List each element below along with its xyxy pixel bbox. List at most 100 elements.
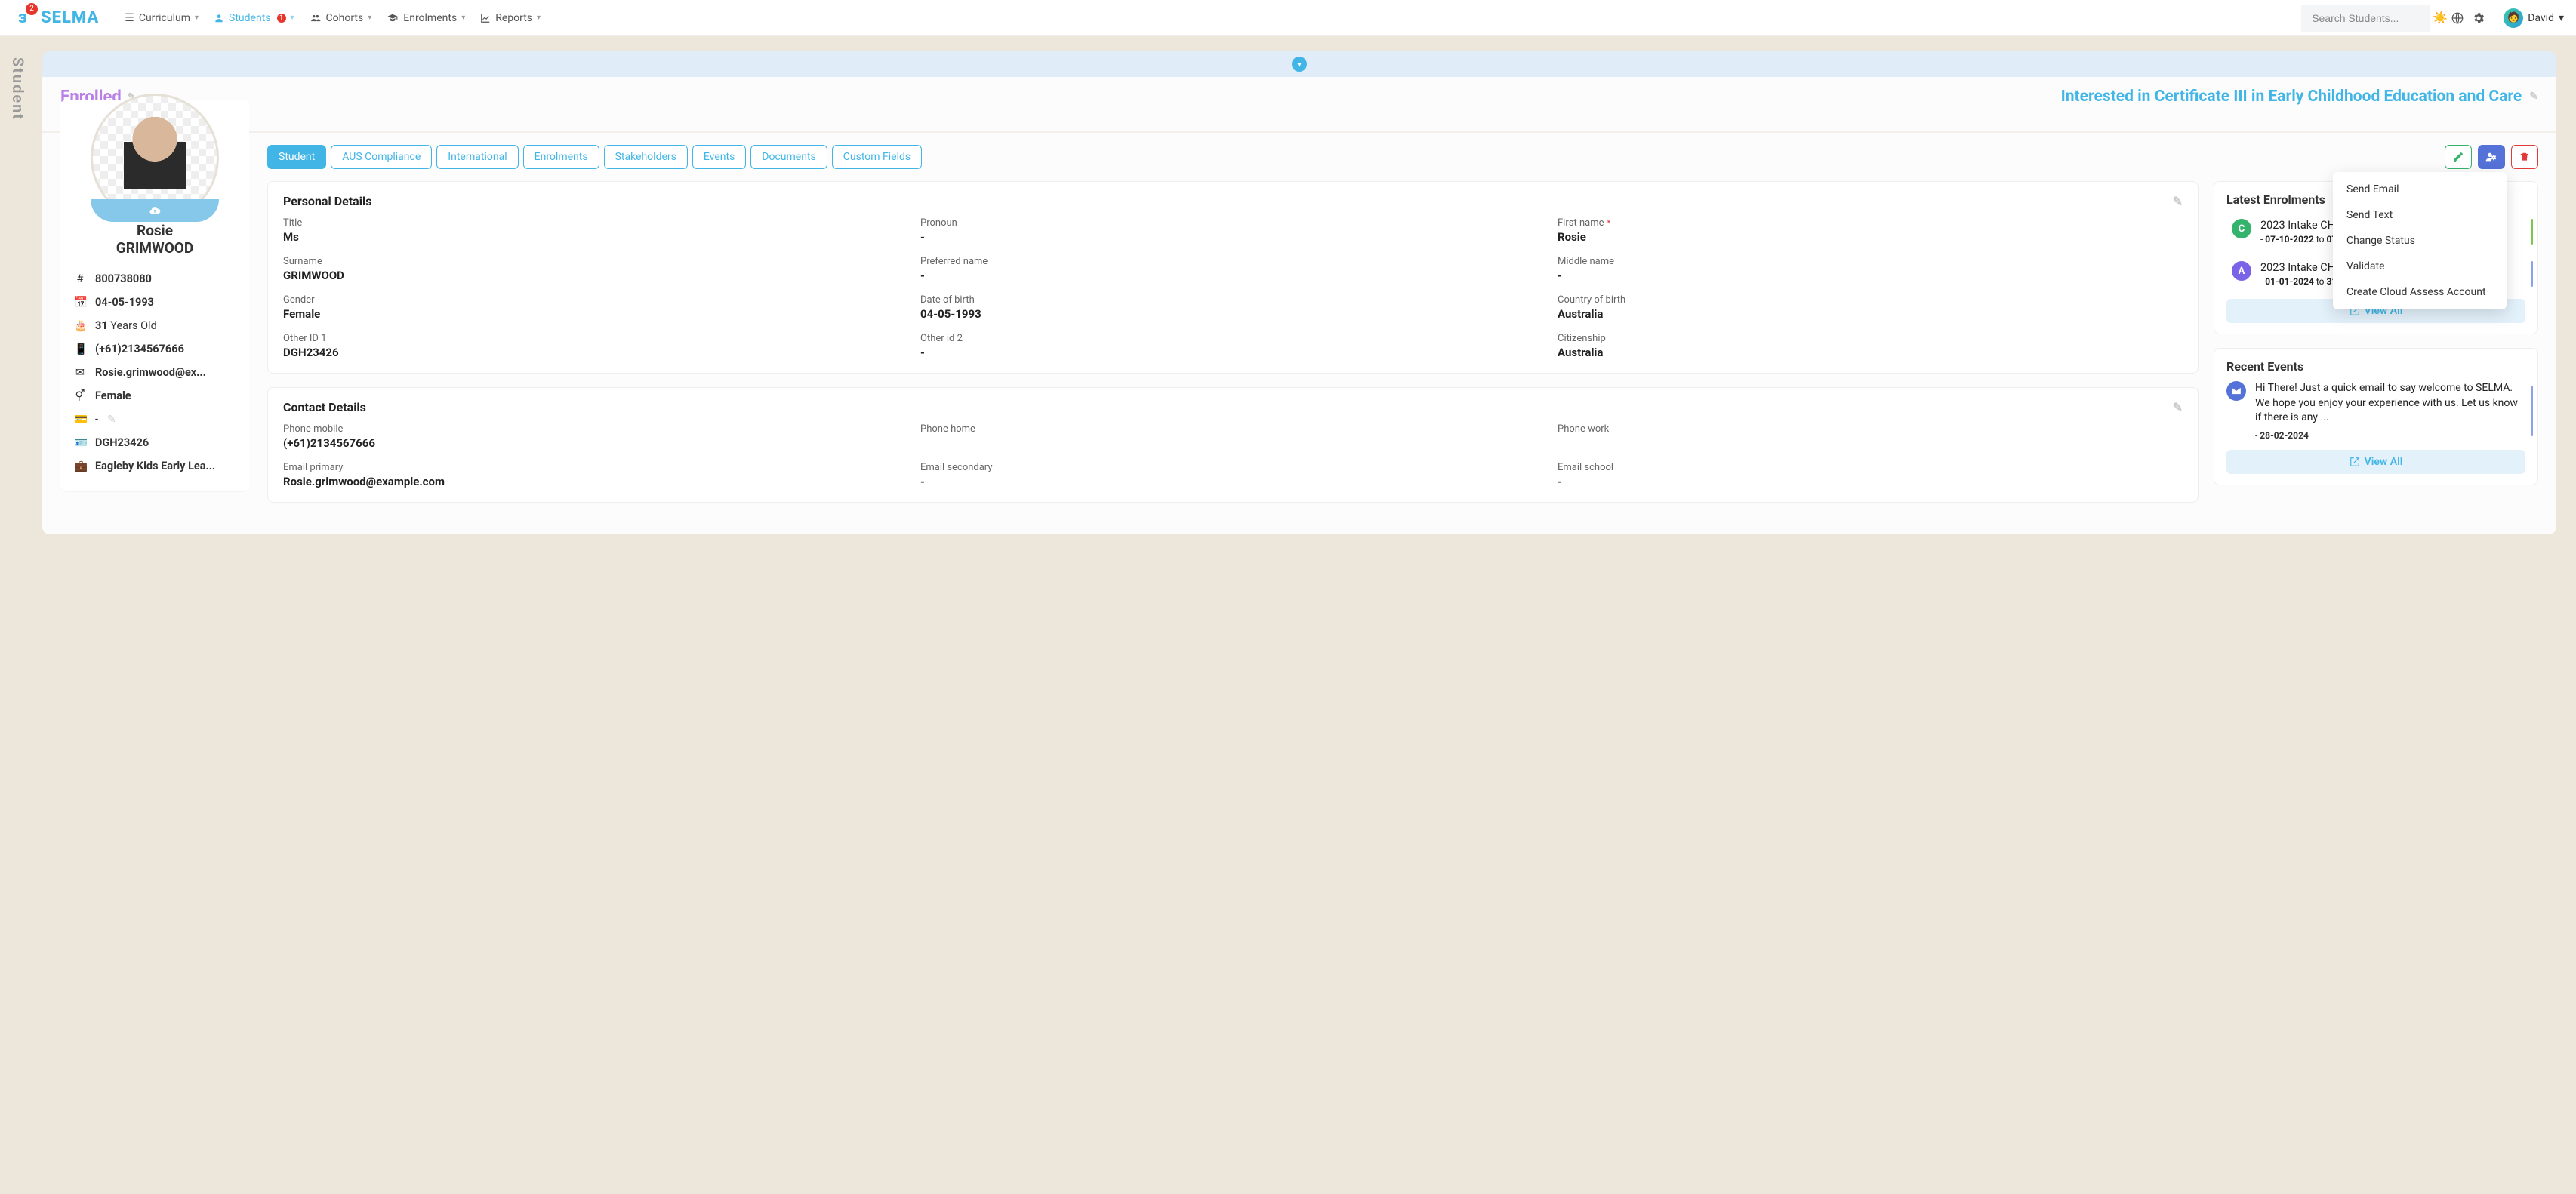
settings-icon[interactable]: [2472, 11, 2493, 25]
field-label: Citizenship: [1558, 333, 1606, 344]
tab-aus-compliance[interactable]: AUS Compliance: [331, 145, 432, 169]
upload-photo-button[interactable]: [91, 199, 219, 222]
nav-curriculum[interactable]: ☰ Curriculum ▾: [117, 8, 206, 29]
student-card: ▾ Enrolled ✎ AVETMISS ✎ Interested in Ce…: [42, 51, 2556, 534]
field-value: GRIMWOOD: [283, 269, 908, 282]
language-icon[interactable]: [2451, 11, 2472, 25]
cake-icon: 🎂: [74, 319, 86, 332]
user-icon: [214, 13, 224, 23]
nav-enrolments[interactable]: Enrolments ▾: [379, 8, 473, 29]
chevron-down-icon: ▾: [461, 14, 465, 22]
tab-enrolments[interactable]: Enrolments: [523, 145, 599, 169]
field: Surname GRIMWOOD: [283, 256, 908, 282]
avatar: 🧑: [2504, 8, 2523, 28]
field: Country of birthAustralia: [1558, 294, 2183, 321]
profile-age: 31: [95, 319, 108, 332]
field-label: Phone home: [920, 423, 1545, 435]
actions-button[interactable]: [2478, 145, 2505, 169]
field-label: Other id 2: [920, 333, 963, 344]
profile-column: Rosie GRIMWOOD #800738080 📅04-05-1993 🎂3…: [60, 160, 249, 491]
logo[interactable]: ε 2: [12, 8, 33, 29]
field-value: -: [1558, 475, 2183, 488]
event-text: Hi There! Just a quick email to say welc…: [2255, 381, 2518, 426]
field-label: Pronoun: [920, 217, 957, 229]
field: Middle name-: [1558, 256, 2183, 282]
field-label: Email primary: [283, 462, 908, 473]
gender-icon: ⚥: [74, 389, 86, 402]
field-label: Surname: [283, 256, 322, 267]
profile-phone: (+61)2134567666: [95, 343, 184, 355]
nav-label: Curriculum: [139, 12, 190, 24]
view-all-events[interactable]: View All: [2226, 450, 2525, 474]
tab-stakeholders[interactable]: Stakeholders: [604, 145, 688, 169]
field-label: Title: [283, 217, 302, 229]
badge-icon: 🪪: [74, 436, 86, 449]
field-value: -: [920, 269, 1545, 282]
nav-reports[interactable]: Reports ▾: [473, 8, 548, 29]
enrolment-badge: C: [2232, 219, 2251, 238]
theme-toggle-icon[interactable]: ☀️: [2430, 11, 2451, 25]
personal-details-panel: Personal Details ✎ TitleMs Pronoun - First …: [267, 181, 2199, 374]
field-label: Gender: [283, 294, 315, 306]
tab-bar: Student AUS Compliance International Enr…: [267, 145, 2538, 169]
logo-badge-count: 2: [26, 3, 38, 15]
menu-send-text[interactable]: Send Text: [2333, 202, 2507, 228]
contact-details-panel: Contact Details ✎ Phone mobile(+61)21345…: [267, 387, 2199, 503]
navbar: ε 2 SELMA ☰ Curriculum ▾ Students 1 ▾ Co…: [0, 0, 2576, 36]
panel-heading: Contact Details: [283, 400, 366, 414]
vertical-tab-label: Student: [9, 57, 27, 121]
menu-create-cloud-assess[interactable]: Create Cloud Assess Account: [2333, 279, 2507, 305]
user-menu[interactable]: 🧑 David ▾: [2497, 8, 2564, 28]
panel-heading: Personal Details: [283, 194, 371, 208]
recent-events-panel: Recent Events Hi There! Just a quick ema…: [2214, 348, 2538, 485]
edit-icon[interactable]: ✎: [2173, 194, 2183, 208]
page-header: Enrolled ✎ AVETMISS ✎ Interested in Cert…: [42, 77, 2556, 133]
field-label: Phone work: [1558, 423, 2183, 435]
profile-email: Rosie.grimwood@ex...: [95, 366, 206, 379]
tab-custom-fields[interactable]: Custom Fields: [832, 145, 922, 169]
profile-dob: 04-05-1993: [95, 296, 154, 309]
field: Email primaryRosie.grimwood@example.com: [283, 462, 908, 488]
field: Email school-: [1558, 462, 2183, 488]
field: Other id 2-: [920, 333, 1545, 359]
required-icon: *: [1607, 218, 1610, 228]
delete-button[interactable]: [2511, 145, 2538, 169]
edit-icon[interactable]: ✎: [107, 414, 116, 426]
search-input[interactable]: [2301, 5, 2430, 32]
tab-documents[interactable]: Documents: [750, 145, 827, 169]
nav-cohorts[interactable]: Cohorts ▾: [302, 8, 380, 29]
mail-icon: ✉: [74, 366, 86, 379]
nav-label: Cohorts: [326, 12, 364, 24]
menu-send-email[interactable]: Send Email: [2333, 177, 2507, 202]
chevron-down-icon: ▾: [1292, 57, 1307, 72]
banner-expand[interactable]: ▾: [42, 51, 2556, 77]
enrolment-badge: A: [2232, 261, 2251, 281]
tab-international[interactable]: International: [436, 145, 518, 169]
field-value: Ms: [283, 230, 908, 244]
menu-validate[interactable]: Validate: [2333, 254, 2507, 279]
profile-otherid: DGH23426: [95, 436, 149, 449]
headline-text: Interested in Certificate III in Early C…: [2061, 88, 2522, 106]
edit-button[interactable]: [2445, 145, 2472, 169]
tab-student[interactable]: Student: [267, 145, 326, 169]
field-label: Preferred name: [920, 256, 988, 267]
nav-students[interactable]: Students 1 ▾: [206, 8, 302, 29]
brand[interactable]: SELMA: [41, 8, 99, 27]
profile-gender: Female: [95, 389, 131, 402]
field-value: Australia: [1558, 307, 2183, 321]
panel-heading: Recent Events: [2226, 359, 2525, 374]
chevron-down-icon: ▾: [195, 14, 199, 22]
nav-label: Students: [229, 12, 270, 24]
edit-icon[interactable]: ✎: [2529, 91, 2538, 103]
event-item[interactable]: Hi There! Just a quick email to say welc…: [2226, 381, 2525, 441]
field: First name*Rosie: [1558, 217, 2183, 244]
tab-events[interactable]: Events: [692, 145, 746, 169]
field-value: Female: [283, 307, 908, 321]
profile-last-name: GRIMWOOD: [60, 239, 249, 257]
field-value: (+61)2134567666: [283, 436, 908, 450]
field-label: First name: [1558, 217, 1604, 229]
field-value: DGH23426: [283, 346, 908, 359]
menu-change-status[interactable]: Change Status: [2333, 228, 2507, 254]
edit-icon[interactable]: ✎: [2173, 400, 2183, 414]
field: Preferred name -: [920, 256, 1545, 282]
